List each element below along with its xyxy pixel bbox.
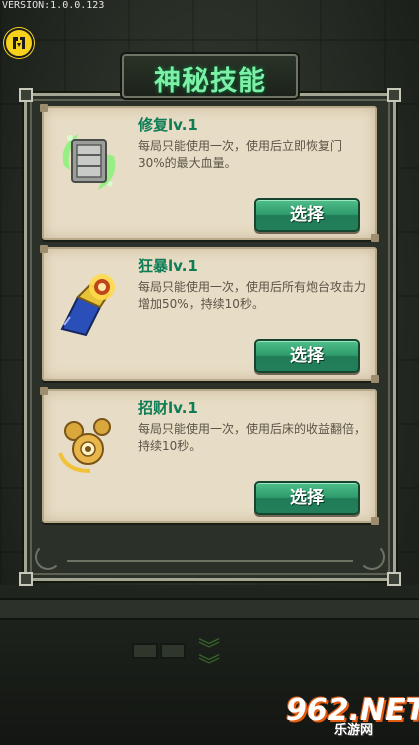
version-label: VERSION:1.0.0.123 [2,0,105,11]
select-button-berserk[interactable]: 选择 [254,339,360,373]
select-button-repair[interactable]: 选择 [254,198,360,232]
frame-corner [387,572,401,586]
frame-ornament [359,544,385,570]
skill-card-repair: 修复lv.1 每局只能使用一次，使用后立即恢复门30%的最大血量。 选择 [40,104,379,242]
background-slot [160,643,186,659]
background-slot [132,643,158,659]
berserk-cannon-icon [56,267,122,337]
frame-corner [19,88,33,102]
repair-door-icon [56,126,122,196]
skill-name: 修复lv.1 [138,116,198,134]
app-logo-icon[interactable] [4,28,34,58]
skill-description: 每局只能使用一次，使用后所有炮台攻击力增加50%，持续10秒。 [138,280,367,311]
frame-corner [387,88,401,102]
select-button-fortune[interactable]: 选择 [254,481,360,515]
panel-title: 神秘技能 [154,66,266,97]
skill-description: 每局只能使用一次，使用后床的收益翻倍，持续10秒。 [138,422,367,453]
background-bar [0,598,419,620]
skill-name: 狂暴lv.1 [138,257,198,275]
frame-corner [19,572,33,586]
skill-description: 每局只能使用一次，使用后立即恢复门30%的最大血量。 [138,139,343,170]
down-arrows-icon: ︾ ︾ [197,638,220,679]
watermark-subtitle: 乐游网 [334,723,374,738]
skill-name: 招财lv.1 [138,399,198,417]
skill-card-berserk: 狂暴lv.1 每局只能使用一次，使用后所有炮台攻击力增加50%，持续10秒。 选… [40,245,379,383]
fortune-coins-icon [56,409,122,479]
skill-card-fortune: 招财lv.1 每局只能使用一次，使用后床的收益翻倍，持续10秒。 选择 [40,387,379,525]
title-banner: 神秘技能 [122,54,298,98]
site-watermark: 962.NET 乐游网 [286,693,419,741]
frame-ornament [35,544,61,570]
